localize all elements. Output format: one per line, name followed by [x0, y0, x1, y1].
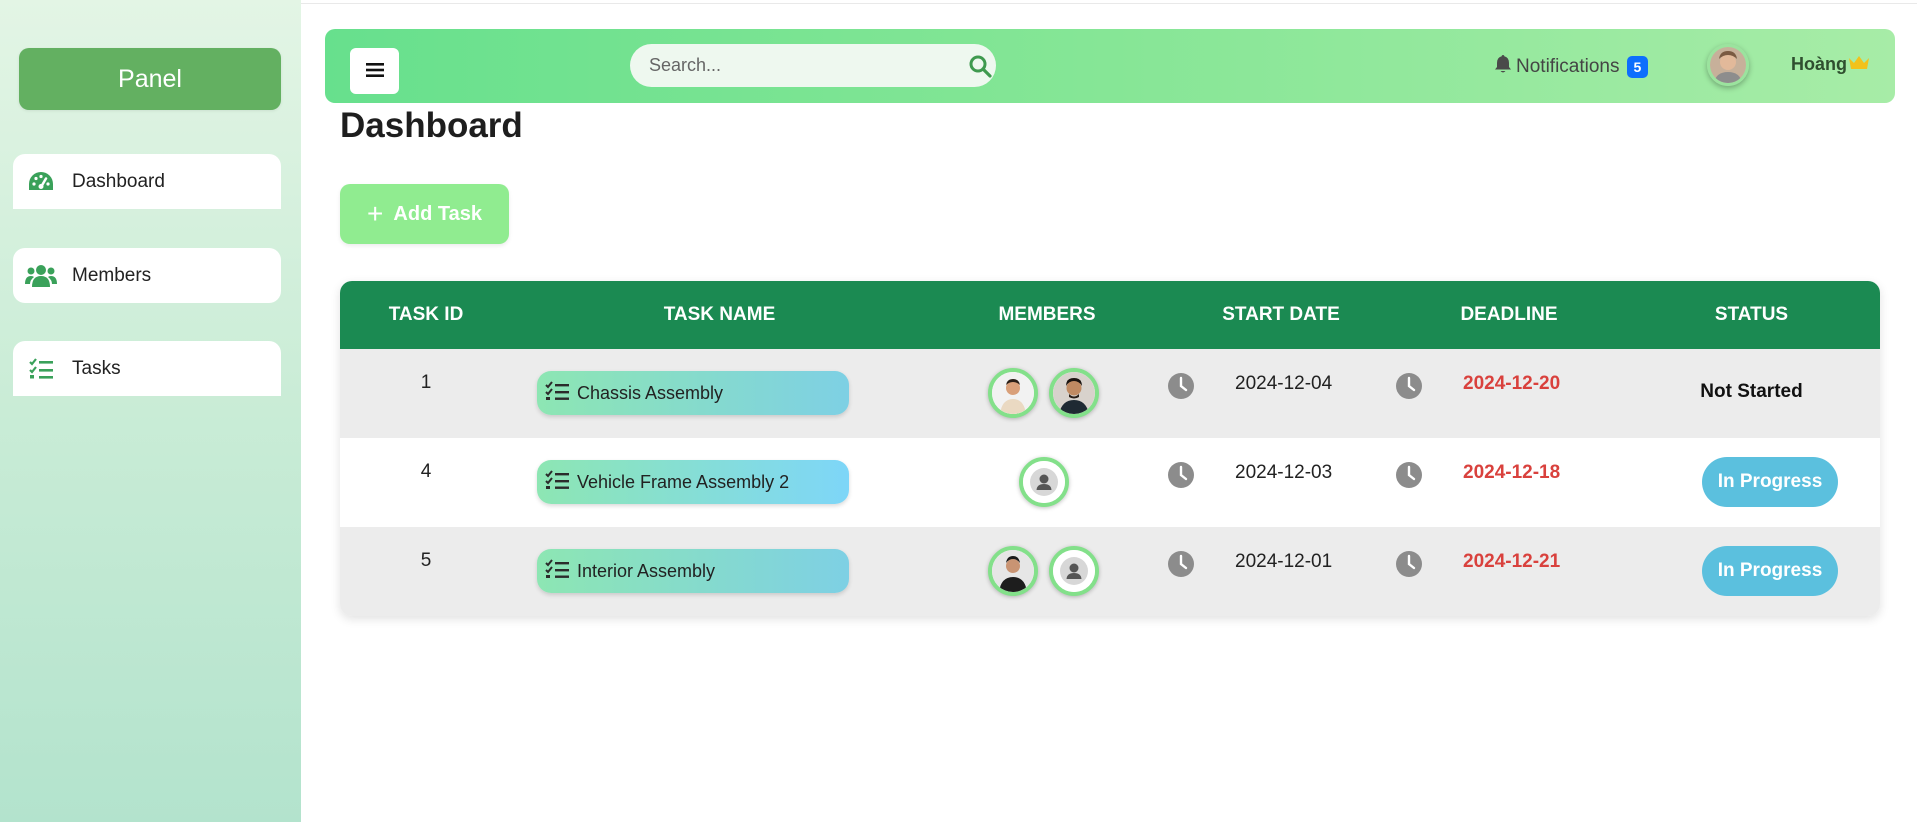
task-name: Chassis Assembly	[577, 382, 724, 403]
table-header: TASK ID TASK NAME MEMBERS START DATE DEA…	[340, 281, 1880, 349]
clock-icon	[1167, 550, 1195, 578]
task-name-cell: Interior Assembly	[512, 527, 927, 616]
status-badge[interactable]: In Progress	[1702, 457, 1838, 507]
status-cell: In Progress	[1623, 527, 1880, 616]
deadline-cell: 2024-12-18	[1395, 438, 1623, 527]
bell-icon	[1495, 54, 1511, 80]
sidebar-item-label: Members	[72, 264, 152, 286]
start-date: 2024-12-04	[1235, 373, 1333, 394]
task-id: 5	[420, 550, 432, 571]
notifications-link[interactable]: Notifications 5	[1495, 53, 1649, 81]
crown-icon	[1848, 54, 1870, 75]
task-list-icon	[545, 558, 569, 584]
member-avatar[interactable]	[1049, 368, 1099, 418]
panel-button[interactable]: Panel	[19, 48, 281, 110]
sidebar-item-label: Dashboard	[72, 170, 165, 192]
hamburger-icon	[365, 57, 384, 85]
notifications-label: Notifications	[1516, 56, 1620, 77]
search-box	[630, 44, 996, 87]
clock-icon	[1167, 461, 1195, 489]
add-task-label: Add Task	[393, 202, 482, 225]
task-name: Vehicle Frame Assembly 2	[577, 471, 790, 492]
status-cell: In Progress	[1623, 438, 1880, 527]
members-cell	[927, 349, 1167, 438]
add-task-button[interactable]: + Add Task	[340, 184, 509, 244]
notifications-count-badge: 5	[1626, 56, 1649, 78]
start-date-cell: 2024-12-01	[1167, 527, 1395, 616]
sidebar-item-label: Tasks	[72, 357, 121, 379]
task-name: Interior Assembly	[577, 560, 716, 581]
members-cell	[927, 438, 1167, 527]
page-title: Dashboard	[340, 106, 523, 145]
start-date-cell: 2024-12-04	[1167, 349, 1395, 438]
header-deadline[interactable]: DEADLINE	[1395, 281, 1623, 349]
header-status[interactable]: STATUS	[1623, 281, 1880, 349]
clock-icon	[1395, 550, 1423, 578]
search-icon[interactable]	[968, 54, 992, 78]
task-list-icon	[545, 380, 569, 406]
sidebar-item-dashboard[interactable]: Dashboard	[13, 154, 281, 209]
menu-toggle-button[interactable]	[350, 48, 399, 94]
top-navbar: Notifications 5 Hoàng	[325, 29, 1895, 103]
clock-icon	[1395, 461, 1423, 489]
task-list-icon	[545, 469, 569, 495]
members-cell	[927, 527, 1167, 616]
header-task-id[interactable]: TASK ID	[340, 281, 512, 349]
search-input[interactable]	[630, 55, 940, 76]
member-avatar-default[interactable]	[1049, 546, 1099, 596]
start-date-cell: 2024-12-03	[1167, 438, 1395, 527]
speedometer-icon	[25, 168, 57, 196]
task-id: 1	[420, 372, 432, 393]
username-text: Hoàng	[1791, 54, 1847, 74]
plus-icon: +	[367, 198, 384, 229]
task-id: 4	[420, 461, 432, 482]
table-row[interactable]: 1 Chassis Assembly 2024-12-04 2024-12-20…	[340, 349, 1880, 438]
deadline-date: 2024-12-21	[1463, 551, 1561, 572]
member-avatar[interactable]	[988, 546, 1038, 596]
task-name-pill[interactable]: Vehicle Frame Assembly 2	[537, 460, 849, 504]
deadline-cell: 2024-12-20	[1395, 349, 1623, 438]
status-badge[interactable]: In Progress	[1702, 546, 1838, 596]
header-task-name[interactable]: TASK NAME	[512, 281, 927, 349]
users-icon	[25, 262, 57, 290]
header-members[interactable]: MEMBERS	[927, 281, 1167, 349]
deadline-date: 2024-12-20	[1463, 373, 1561, 394]
deadline-date: 2024-12-18	[1463, 462, 1561, 483]
task-name-pill[interactable]: Chassis Assembly	[537, 371, 849, 415]
deadline-cell: 2024-12-21	[1395, 527, 1623, 616]
sidebar: Panel Dashboard Members Tasks	[0, 0, 301, 822]
member-avatar-default[interactable]	[1019, 457, 1069, 507]
task-name-cell: Chassis Assembly	[512, 349, 927, 438]
username-label[interactable]: Hoàng	[1791, 54, 1870, 75]
start-date: 2024-12-01	[1235, 551, 1333, 572]
start-date: 2024-12-03	[1235, 462, 1333, 483]
status-badge: Not Started	[1700, 381, 1803, 402]
task-list-icon	[25, 355, 57, 383]
top-divider	[301, 0, 1917, 4]
tasks-table: TASK ID TASK NAME MEMBERS START DATE DEA…	[340, 281, 1880, 616]
table-row[interactable]: 4 Vehicle Frame Assembly 2 2024-12-03 20…	[340, 438, 1880, 527]
sidebar-item-members[interactable]: Members	[13, 248, 281, 303]
clock-icon	[1167, 372, 1195, 400]
header-start-date[interactable]: START DATE	[1167, 281, 1395, 349]
task-name-pill[interactable]: Interior Assembly	[537, 549, 849, 593]
member-avatar[interactable]	[988, 368, 1038, 418]
task-name-cell: Vehicle Frame Assembly 2	[512, 438, 927, 527]
table-row[interactable]: 5 Interior Assembly 2024-12-01 2024-12-2…	[340, 527, 1880, 616]
user-avatar[interactable]	[1707, 44, 1749, 86]
status-cell: Not Started	[1623, 349, 1880, 438]
clock-icon	[1395, 372, 1423, 400]
sidebar-item-tasks[interactable]: Tasks	[13, 341, 281, 396]
